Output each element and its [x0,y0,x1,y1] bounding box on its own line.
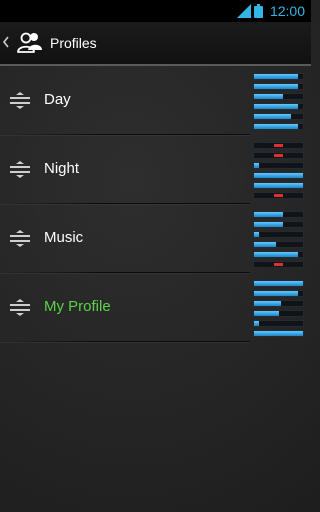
volume-bar-fill [254,281,303,286]
volume-bar-fill [254,163,259,168]
volume-levels [253,73,304,133]
volume-bar [253,261,304,268]
volume-bar [253,320,304,327]
volume-bar [253,192,304,199]
volume-bar-fill [254,74,299,79]
volume-bar-fill [254,114,291,119]
volume-bar [253,123,304,130]
volume-bar-fill [254,321,259,326]
volume-levels [253,142,304,202]
volume-bar-fill [254,173,303,178]
volume-bar [253,142,304,149]
profile-name: Day [44,91,71,108]
row-divider [0,341,250,342]
volume-bar [253,211,304,218]
drag-handle-icon[interactable] [10,299,30,316]
page-title: Profiles [50,35,97,51]
volume-bar-fill [254,84,299,89]
profiles-people-icon[interactable] [17,31,43,55]
volume-bar-fill [254,94,284,99]
profile-row-day[interactable]: Day [0,66,311,135]
volume-bar [253,310,304,317]
volume-bar [253,113,304,120]
volume-bar [253,162,304,169]
volume-bar-fill [254,212,284,217]
volume-bar [253,182,304,189]
volume-bar-fill [254,252,299,257]
profile-row-music[interactable]: Music [0,204,311,273]
volume-bar [253,83,304,90]
volume-bar-fill [254,222,284,227]
volume-bar [253,330,304,337]
action-bar: Profiles [0,22,311,64]
volume-bar [253,103,304,110]
profile-name-selected: My Profile [44,298,111,315]
volume-levels [253,280,304,340]
mute-marker-icon [274,144,283,147]
volume-bar [253,73,304,80]
mute-marker-icon [274,154,283,157]
volume-bar-fill [254,104,299,109]
volume-bar-fill [254,311,279,316]
volume-bar [253,241,304,248]
volume-bar-fill [254,183,303,188]
volume-bar-fill [254,242,277,247]
volume-bar-fill [254,232,259,237]
volume-bar-fill [254,291,299,296]
mute-marker-icon [274,194,283,197]
volume-bar [253,290,304,297]
mute-marker-icon [274,263,283,266]
volume-bar [253,172,304,179]
profile-name: Music [44,229,84,246]
drag-handle-icon[interactable] [10,92,30,109]
volume-bar [253,280,304,287]
volume-bar-fill [254,124,299,129]
volume-bar [253,300,304,307]
status-bar: 12:00 [0,0,311,22]
signal-icon [236,4,251,18]
volume-bar [253,152,304,159]
volume-bar [253,221,304,228]
drag-handle-icon[interactable] [10,230,30,247]
volume-levels [253,211,304,271]
profile-row-night[interactable]: Night [0,135,311,204]
volume-bar-fill [254,331,303,336]
status-icons: 12:00 [236,3,305,19]
volume-bar [253,231,304,238]
back-chevron-icon[interactable] [2,34,10,50]
profile-list: Day Night Music My Profile [0,66,311,342]
volume-bar-fill [254,301,281,306]
profile-name: Night [44,160,80,177]
profile-row-my-profile[interactable]: My Profile [0,273,311,342]
drag-handle-icon[interactable] [10,161,30,178]
volume-bar [253,93,304,100]
battery-icon [253,4,263,18]
volume-bar [253,251,304,258]
status-clock: 12:00 [269,3,305,19]
